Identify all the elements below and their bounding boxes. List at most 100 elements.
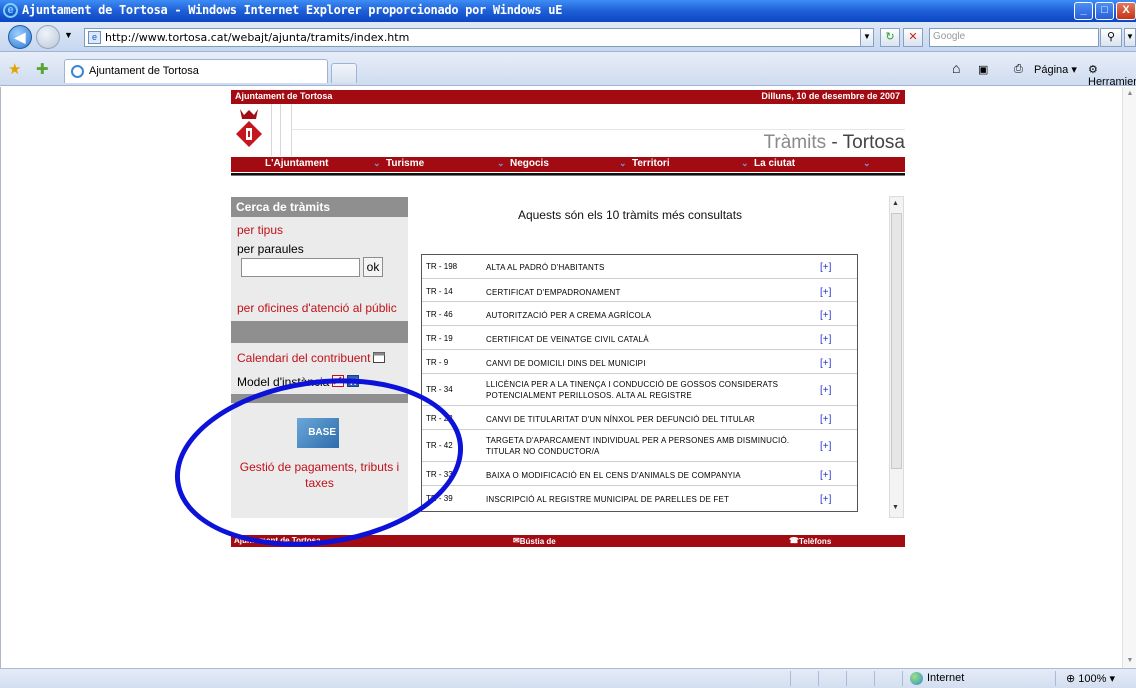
tramit-expand-link[interactable]: [+] — [820, 262, 831, 273]
tramit-code: TR - 9 — [426, 358, 449, 367]
tramit-description[interactable]: CANVI DE DOMICILI DINS DEL MUNICIPI — [486, 358, 806, 369]
tramit-expand-link[interactable]: [+] — [820, 310, 831, 321]
tramit-code: TR - 19 — [426, 334, 453, 343]
table-row: TR - 33 BAIXA O MODIFICACIÓ EN EL CENS D'… — [422, 463, 857, 486]
tramit-expand-link[interactable]: [+] — [820, 287, 831, 298]
feeds-icon[interactable]: ▣ — [978, 63, 988, 76]
tramit-description[interactable]: CERTIFICAT D'EMPADRONAMENT — [486, 287, 806, 298]
oficines-link[interactable]: per oficines d'atenció al públic — [237, 301, 397, 315]
tramit-description[interactable]: INSCRIPCIÓ AL REGISTRE MUNICIPAL DE PARE… — [486, 494, 806, 505]
ie-logo-icon: e — [3, 3, 18, 18]
calendari-label: Calendari del contribuent — [237, 351, 371, 365]
table-row: TR - 39 INSCRIPCIÓ AL REGISTRE MUNICIPAL … — [422, 487, 857, 510]
tramit-description[interactable]: AUTORITZACIÓ PER A CREMA AGRÍCOLA — [486, 310, 806, 321]
tramit-expand-link[interactable]: [+] — [820, 494, 831, 505]
page-vertical-scrollbar[interactable]: ▲ ▼ — [1122, 87, 1136, 668]
search-input[interactable]: Google — [929, 28, 1099, 47]
phones-label: Telèfons d'interès — [798, 537, 832, 555]
tramit-expand-link[interactable]: [+] — [820, 470, 831, 481]
table-row: TR - 19 CERTIFICAT DE VEINATGE CIVIL CATA… — [422, 327, 857, 350]
tramit-code: TR - 14 — [426, 287, 453, 296]
tramit-expand-link[interactable]: [+] — [820, 358, 831, 369]
add-favorites-icon[interactable]: ✚ — [36, 60, 49, 78]
site-banner: Tràmits - Tortosa — [231, 104, 905, 156]
tab-label: Ajuntament de Tortosa — [89, 65, 199, 77]
suggestions-label: Bústia de suggeriments — [519, 537, 573, 555]
scroll-up-arrow[interactable]: ▲ — [892, 200, 899, 207]
menu-underline — [231, 173, 905, 176]
tab-active[interactable]: Ajuntament de Tortosa — [64, 59, 328, 83]
search-options-button[interactable]: ▼ — [1124, 28, 1136, 47]
page-title-tramits: Tràmits — [763, 132, 827, 153]
table-row: TR - 28 CANVI DE TITULARITAT D'UN NÍNXOL … — [422, 407, 857, 430]
menu-item-negocis[interactable]: Negocis — [510, 158, 549, 169]
refresh-button[interactable]: ↻ — [880, 28, 900, 47]
tab-bar: ★ ✚ Ajuntament de Tortosa ⌂ ▣ ⎙ Página ▾… — [0, 52, 1136, 101]
chevron-down-icon: ⌄ — [619, 158, 627, 168]
panel-separator — [231, 321, 408, 343]
tramit-description[interactable]: ALTA AL PADRÓ D'HABITANTS — [486, 262, 806, 273]
scroll-up-arrow[interactable]: ▲ — [1123, 87, 1136, 101]
per-paraules-label: per paraules — [237, 242, 304, 256]
tramit-description[interactable]: LLICÈNCIA PER A LA TINENÇA I CONDUCCIÓ D… — [486, 379, 806, 401]
tramit-code: TR - 34 — [426, 385, 453, 394]
address-url: http://www.tortosa.cat/webajt/ajunta/tra… — [105, 31, 410, 44]
zoom-level[interactable]: ⊕ 100% ▾ — [1066, 672, 1115, 685]
tortosa-coat-of-arms-icon[interactable] — [234, 107, 264, 149]
suggestions-link[interactable]: ✉ Bústia de suggeriments — [513, 536, 572, 555]
ok-button[interactable]: ok — [363, 257, 383, 277]
table-row: TR - 42 TARGETA D'APARCAMENT INDIVIDUAL P… — [422, 431, 857, 462]
top-tramits-heading: Aquests són els 10 tràmits més consultat… — [517, 208, 743, 222]
scroll-down-arrow[interactable]: ▼ — [1123, 654, 1136, 668]
per-tipus-link[interactable]: per tipus — [237, 223, 283, 237]
keyword-search-input[interactable] — [241, 258, 360, 277]
menu-item-territori[interactable]: Territori — [632, 158, 670, 169]
menu-item-turisme[interactable]: Turisme — [386, 158, 424, 169]
tramit-expand-link[interactable]: [+] — [820, 414, 831, 425]
zoom-value: 100% — [1078, 673, 1107, 685]
menu-item-ajuntament[interactable]: L'Ajuntament — [265, 158, 329, 169]
back-button[interactable]: ◀ — [8, 25, 32, 49]
tramit-expand-link[interactable]: [+] — [820, 334, 831, 345]
window-title-bar: e Ajuntament de Tortosa - Windows Intern… — [0, 0, 1136, 22]
restore-button[interactable]: □ — [1095, 2, 1114, 20]
new-tab-button[interactable] — [331, 63, 357, 83]
site-top-bar: Ajuntament de Tortosa Dilluns, 10 de des… — [231, 90, 905, 104]
scroll-down-arrow[interactable]: ▼ — [892, 504, 899, 511]
page-title-tortosa: - Tortosa — [826, 132, 905, 153]
forward-button[interactable] — [36, 25, 60, 49]
tramit-expand-link[interactable]: [+] — [820, 385, 831, 396]
menu-item-la-ciutat[interactable]: La ciutat — [754, 158, 795, 169]
search-icon[interactable]: ⚲ — [1100, 28, 1122, 47]
calendari-link[interactable]: Calendari del contribuent — [237, 351, 386, 365]
address-dropdown-button[interactable]: ▼ — [860, 28, 874, 47]
scroll-thumb[interactable] — [891, 213, 902, 469]
calendar-icon — [373, 352, 386, 363]
page-menu[interactable]: Página ▾ — [1034, 63, 1077, 76]
ie-tab-icon — [71, 65, 84, 78]
chevron-down-icon: ⌄ — [373, 158, 381, 168]
history-dropdown-icon[interactable]: ▼ — [64, 30, 73, 40]
home-icon[interactable]: ⌂ — [952, 60, 960, 76]
phones-link[interactable]: ☎ Telèfons d'interès — [789, 536, 832, 555]
chevron-down-icon: ⌄ — [863, 158, 871, 168]
address-bar[interactable]: e http://www.tortosa.cat/webajt/ajunta/t… — [84, 28, 874, 47]
site-menu-bar: L'Ajuntament ⌄ Turisme ⌄ Negocis ⌄ Terri… — [231, 157, 905, 172]
table-row: TR - 46 AUTORITZACIÓ PER A CREMA AGRÍCOLA… — [422, 303, 857, 326]
favorites-star-icon[interactable]: ★ — [8, 60, 21, 78]
tramit-expand-link[interactable]: [+] — [820, 441, 831, 452]
chevron-down-icon: ⌄ — [497, 158, 505, 168]
window-title: Ajuntament de Tortosa - Windows Internet… — [22, 3, 563, 17]
tramits-table: TR - 198 ALTA AL PADRÓ D'HABITANTS [+] TR -… — [421, 254, 858, 512]
tramit-description[interactable]: CERTIFICAT DE VEINATGE CIVIL CATALÀ — [486, 334, 806, 345]
stop-button[interactable]: ✕ — [903, 28, 923, 47]
close-button[interactable]: X — [1116, 2, 1136, 20]
minimize-button[interactable]: _ — [1074, 2, 1093, 20]
page-title: Tràmits - Tortosa — [764, 132, 905, 154]
content-scrollbar[interactable]: ▲ ▼ — [889, 196, 904, 518]
tramit-description[interactable]: TARGETA D'APARCAMENT INDIVIDUAL PER A PE… — [486, 435, 806, 457]
print-icon[interactable]: ⎙ — [1014, 63, 1023, 76]
tramit-description[interactable]: CANVI DE TITULARITAT D'UN NÍNXOL PER DEF… — [486, 414, 806, 425]
table-row: TR - 34 LLICÈNCIA PER A LA TINENÇA I COND… — [422, 375, 857, 406]
tramit-description[interactable]: BAIXA O MODIFICACIÓ EN EL CENS D'ANIMALS… — [486, 470, 806, 481]
